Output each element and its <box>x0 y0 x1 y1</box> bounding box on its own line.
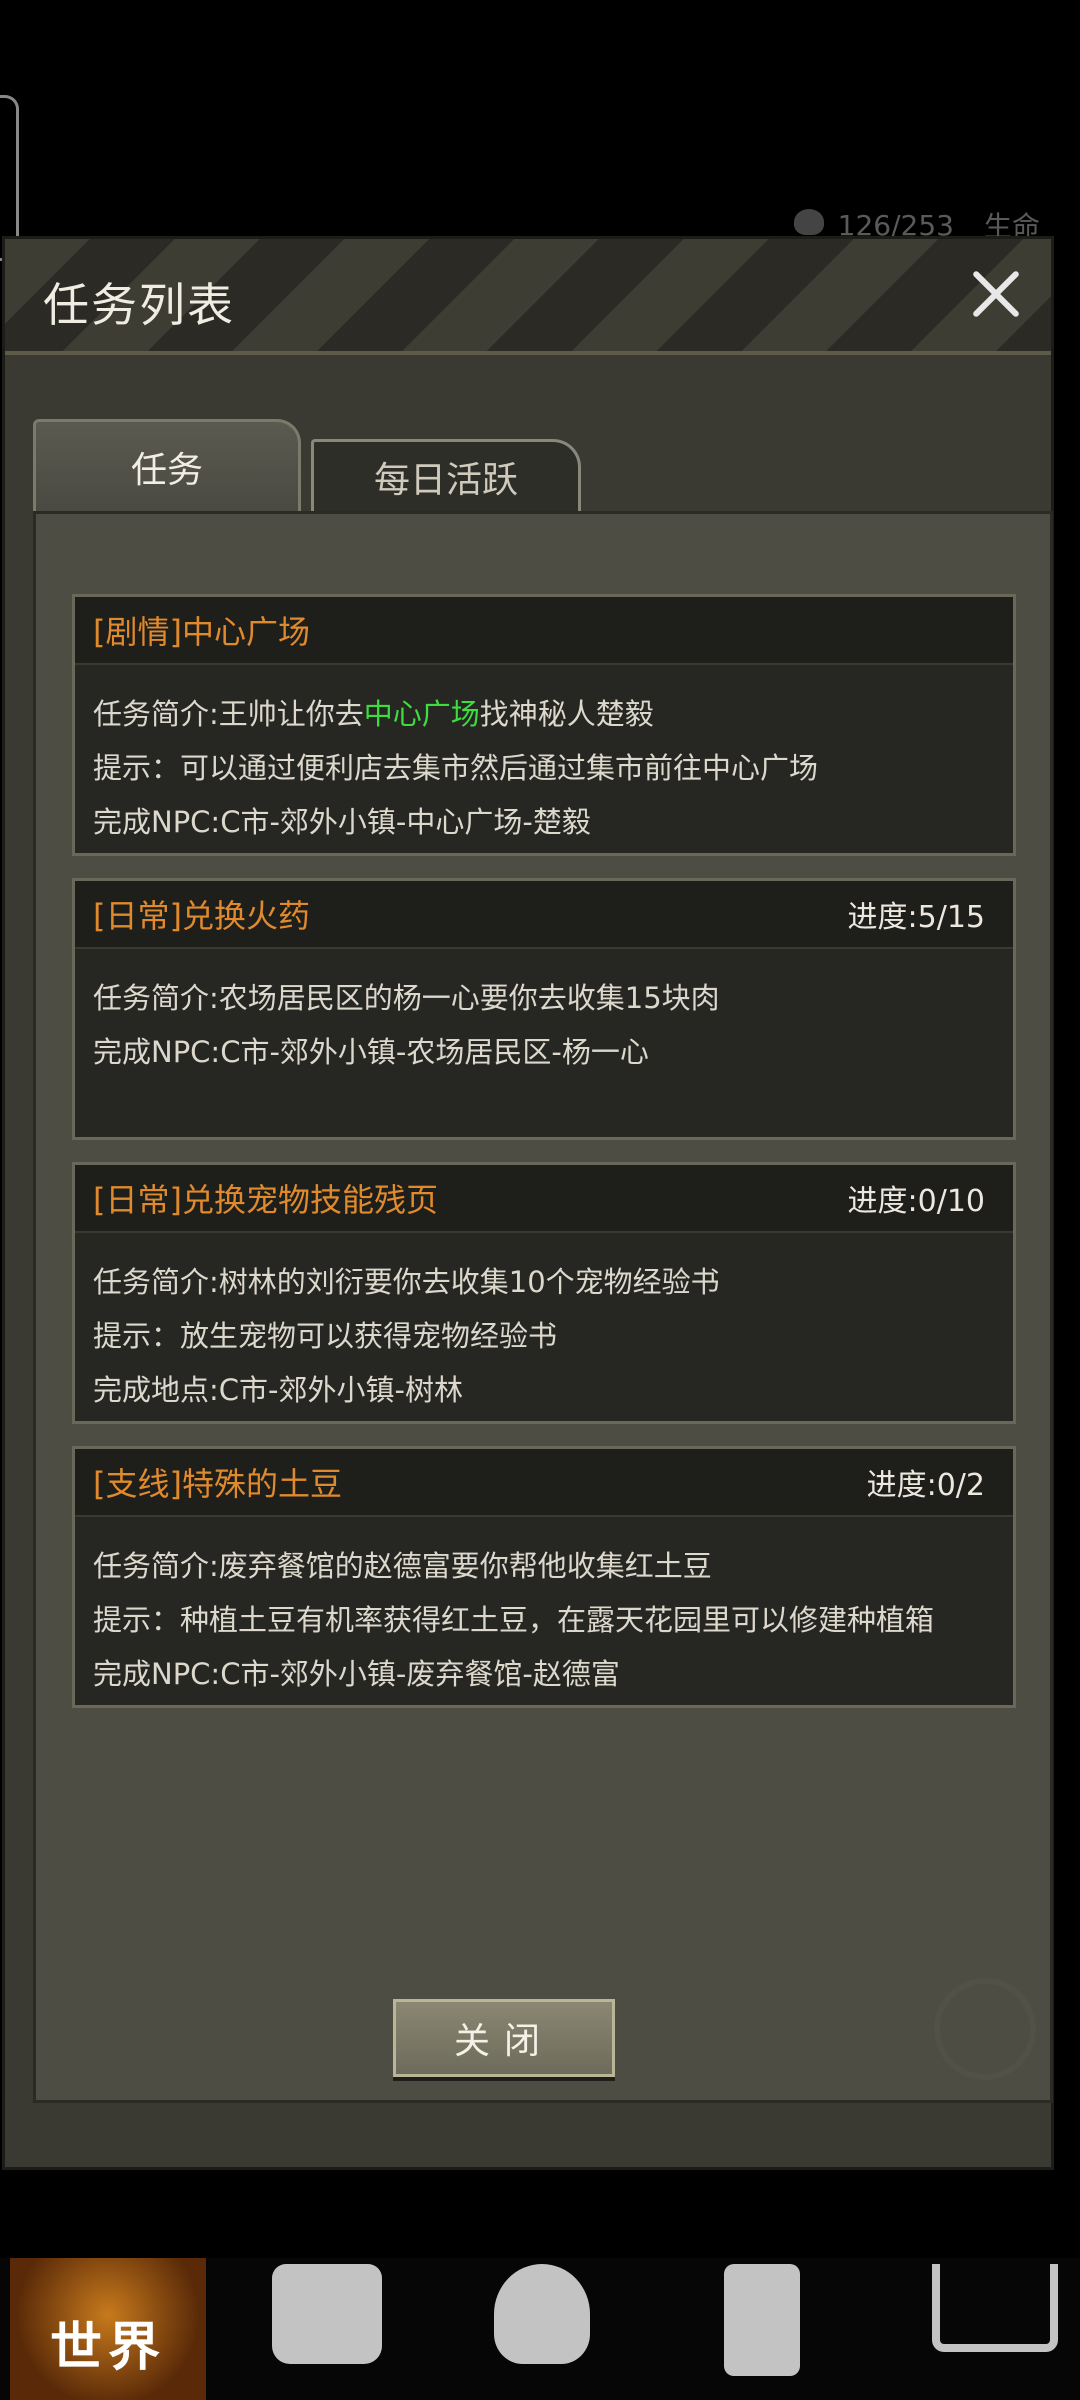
dialog-title: 任务列表 <box>43 278 235 332</box>
quest-hint: 提示：种植土豆有机率获得红土豆，在露天花园里可以修建种植箱 <box>93 1603 935 1637</box>
quest-complete-npc: 完成NPC:C市-郊外小镇-农场居民区-杨一心 <box>93 1035 649 1069</box>
nav-world-label: 世界 <box>49 2318 166 2378</box>
quest-hint: 提示：可以通过便利店去集市然后通过集市前往中心广场 <box>93 751 819 785</box>
character-head-icon[interactable] <box>494 2264 590 2364</box>
quest-complete-npc: 完成NPC:C市-郊外小镇-废弃餐馆-赵德富 <box>93 1657 620 1691</box>
nav-world-button[interactable]: 世界 <box>10 2258 206 2400</box>
quest-hint: 提示：放生宠物可以获得宠物经验书 <box>93 1319 558 1353</box>
quest-header: [日常]兑换宠物技能残页 进度:0/10 <box>75 1165 1013 1233</box>
summary-text: 任务简介:王帅让你去 <box>93 697 364 731</box>
close-button[interactable]: 关闭 <box>393 1999 615 2077</box>
quest-header: [日常]兑换火药 进度:5/15 <box>75 881 1013 949</box>
quest-title: [剧情]中心广场 <box>93 613 310 651</box>
quest-summary: 任务简介:废弃餐馆的赵德富要你帮他收集红土豆 <box>93 1549 712 1583</box>
phone-icon[interactable] <box>724 2264 800 2376</box>
tab-label: 每日活跃 <box>373 459 518 501</box>
quest-header: [剧情]中心广场 <box>75 597 1013 665</box>
quest-summary: 任务简介:王帅让你去中心广场找神秘人楚毅 <box>93 687 995 741</box>
quest-progress: 进度:5/15 <box>847 900 985 935</box>
location-link[interactable]: 中心广场 <box>364 697 480 731</box>
tab-label: 任务 <box>130 449 203 491</box>
tab-daily-activity[interactable]: 每日活跃 <box>311 439 581 511</box>
backpack-icon[interactable] <box>272 2264 382 2364</box>
quest-title: [支线]特殊的土豆 <box>93 1465 342 1503</box>
bottom-nav: 世界 <box>0 2258 1080 2400</box>
quest-panel: [剧情]中心广场 任务简介:王帅让你去中心广场找神秘人楚毅 提示：可以通过便利店… <box>33 511 1053 2103</box>
dialog-header: 任务列表 <box>5 239 1051 355</box>
quest-card[interactable]: [剧情]中心广场 任务简介:王帅让你去中心广场找神秘人楚毅 提示：可以通过便利店… <box>72 594 1016 856</box>
quest-card[interactable]: [支线]特殊的土豆 进度:0/2 任务简介:废弃餐馆的赵德富要你帮他收集红土豆 … <box>72 1446 1016 1708</box>
quest-complete-npc: 完成NPC:C市-郊外小镇-中心广场-楚毅 <box>93 805 591 839</box>
quest-title: [日常]兑换火药 <box>93 897 310 935</box>
tab-quests[interactable]: 任务 <box>33 419 301 511</box>
quest-list-dialog: 任务列表 任务 每日活跃 [剧情]中心广场 任务简介:王帅让你去中心广场找神秘人… <box>2 236 1054 2170</box>
radiation-icon <box>934 1978 1036 2080</box>
quest-card[interactable]: [日常]兑换火药 进度:5/15 任务简介:农场居民区的杨一心要你去收集15块肉… <box>72 878 1016 1140</box>
close-x-icon[interactable] <box>963 261 1029 327</box>
quest-summary: 任务简介:树林的刘衍要你去收集10个宠物经验书 <box>93 1265 720 1299</box>
cart-icon[interactable] <box>932 2264 1058 2352</box>
quest-complete-location: 完成地点:C市-郊外小镇-树林 <box>93 1373 463 1407</box>
heart-icon <box>793 208 824 235</box>
quest-progress: 进度:0/2 <box>866 1468 985 1503</box>
summary-text: 找神秘人楚毅 <box>479 697 654 731</box>
quest-summary: 任务简介:农场居民区的杨一心要你去收集15块肉 <box>93 981 720 1015</box>
quest-header: [支线]特殊的土豆 进度:0/2 <box>75 1449 1013 1517</box>
quest-progress: 进度:0/10 <box>847 1184 985 1219</box>
quest-card[interactable]: [日常]兑换宠物技能残页 进度:0/10 任务简介:树林的刘衍要你去收集10个宠… <box>72 1162 1016 1424</box>
quest-title: [日常]兑换宠物技能残页 <box>93 1181 438 1219</box>
